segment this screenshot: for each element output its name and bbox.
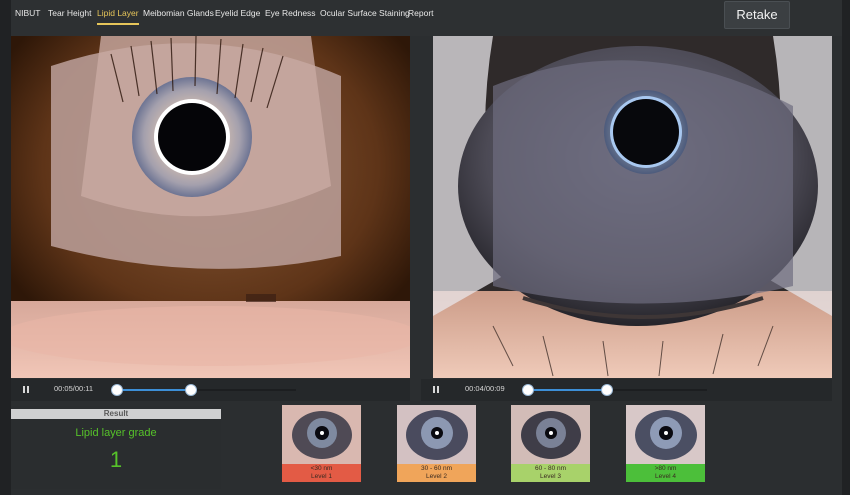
- reference-eye-thumbnail: [626, 405, 705, 464]
- grade-value: 1: [109, 447, 123, 472]
- tab-meibomian-glands[interactable]: Meibomian Glands: [143, 4, 214, 22]
- tab-tear-height[interactable]: Tear Height: [48, 4, 91, 22]
- left-eye-image: [11, 36, 410, 378]
- left-timecode: 00:05/00:11: [54, 384, 94, 393]
- result-header: Result: [11, 409, 221, 419]
- pause-icon[interactable]: [21, 384, 31, 395]
- reference-range: >80 nm: [654, 465, 677, 472]
- reference-eye-thumbnail: [397, 405, 476, 464]
- reference-level: Level 2: [426, 473, 447, 480]
- top-navigation: NIBUT Tear Height Lipid Layer Meibomian …: [11, 0, 842, 36]
- tab-lipid-layer[interactable]: Lipid Layer: [97, 4, 139, 25]
- reference-level-1[interactable]: <30 nm Level 1: [282, 405, 361, 482]
- tab-ocular-surface-staining[interactable]: Ocular Surface Staining: [320, 4, 410, 22]
- left-edge: [0, 0, 11, 495]
- reference-level: Level 3: [540, 473, 561, 480]
- reference-level: Level 4: [655, 473, 676, 480]
- reference-eye-thumbnail: [511, 405, 590, 464]
- right-timeline-range: [527, 389, 607, 391]
- tab-report[interactable]: Report: [408, 4, 434, 22]
- tab-eyelid-edge[interactable]: Eyelid Edge: [215, 4, 260, 22]
- right-edge: [842, 0, 850, 495]
- right-eye-image: [433, 36, 832, 378]
- left-timeline-range: [116, 389, 191, 391]
- reference-label-1: <30 nm Level 1: [282, 464, 361, 482]
- result-panel: Result Lipid layer grade 1: [11, 406, 221, 489]
- left-range-start-handle[interactable]: [111, 384, 123, 396]
- reference-level-4[interactable]: >80 nm Level 4: [626, 405, 705, 482]
- tab-eye-redness[interactable]: Eye Redness: [265, 4, 316, 22]
- left-range-end-handle[interactable]: [185, 384, 197, 396]
- grade-label: Lipid layer grade: [75, 427, 157, 439]
- reference-label-4: >80 nm Level 4: [626, 464, 705, 482]
- right-video-player: 00:04/00:09: [421, 379, 832, 401]
- reference-eye-thumbnail: [282, 405, 361, 464]
- reference-level-2[interactable]: 30 - 60 nm Level 2: [397, 405, 476, 482]
- right-timecode: 00:04/00:09: [465, 384, 505, 393]
- right-range-start-handle[interactable]: [522, 384, 534, 396]
- left-video-player: 00:05/00:11: [11, 379, 410, 401]
- retake-button[interactable]: Retake: [724, 1, 790, 29]
- pause-icon[interactable]: [431, 384, 441, 395]
- reference-range: 60 - 80 nm: [534, 465, 567, 472]
- reference-level: Level 1: [311, 473, 332, 480]
- right-range-end-handle[interactable]: [601, 384, 613, 396]
- reference-range: 30 - 60 nm: [420, 465, 453, 472]
- reference-label-3: 60 - 80 nm Level 3: [511, 464, 590, 482]
- reference-label-2: 30 - 60 nm Level 2: [397, 464, 476, 482]
- reference-range: <30 nm: [310, 465, 333, 472]
- reference-level-3[interactable]: 60 - 80 nm Level 3: [511, 405, 590, 482]
- tab-nibut[interactable]: NIBUT: [15, 4, 41, 22]
